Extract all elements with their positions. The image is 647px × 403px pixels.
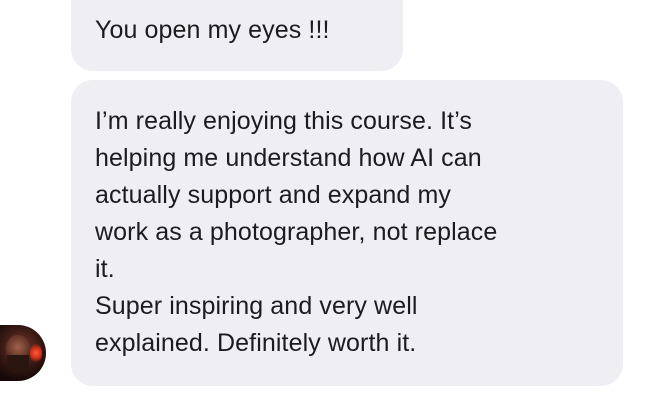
chat-thread: You open my eyes !!! I’m really enjoying… bbox=[0, 0, 647, 403]
sender-avatar[interactable] bbox=[0, 325, 46, 381]
message-bubble[interactable]: I’m really enjoying this course. It’s he… bbox=[71, 80, 623, 386]
message-text: You open my eyes !!! bbox=[95, 16, 330, 44]
message-paragraph: I’m really enjoying this course. It’s he… bbox=[95, 107, 498, 283]
message-bubble[interactable]: You open my eyes !!! bbox=[71, 0, 403, 71]
avatar-light-glow bbox=[30, 343, 42, 363]
message-paragraph: Super inspiring and very well explained.… bbox=[95, 292, 418, 357]
avatar-beard bbox=[7, 355, 29, 373]
